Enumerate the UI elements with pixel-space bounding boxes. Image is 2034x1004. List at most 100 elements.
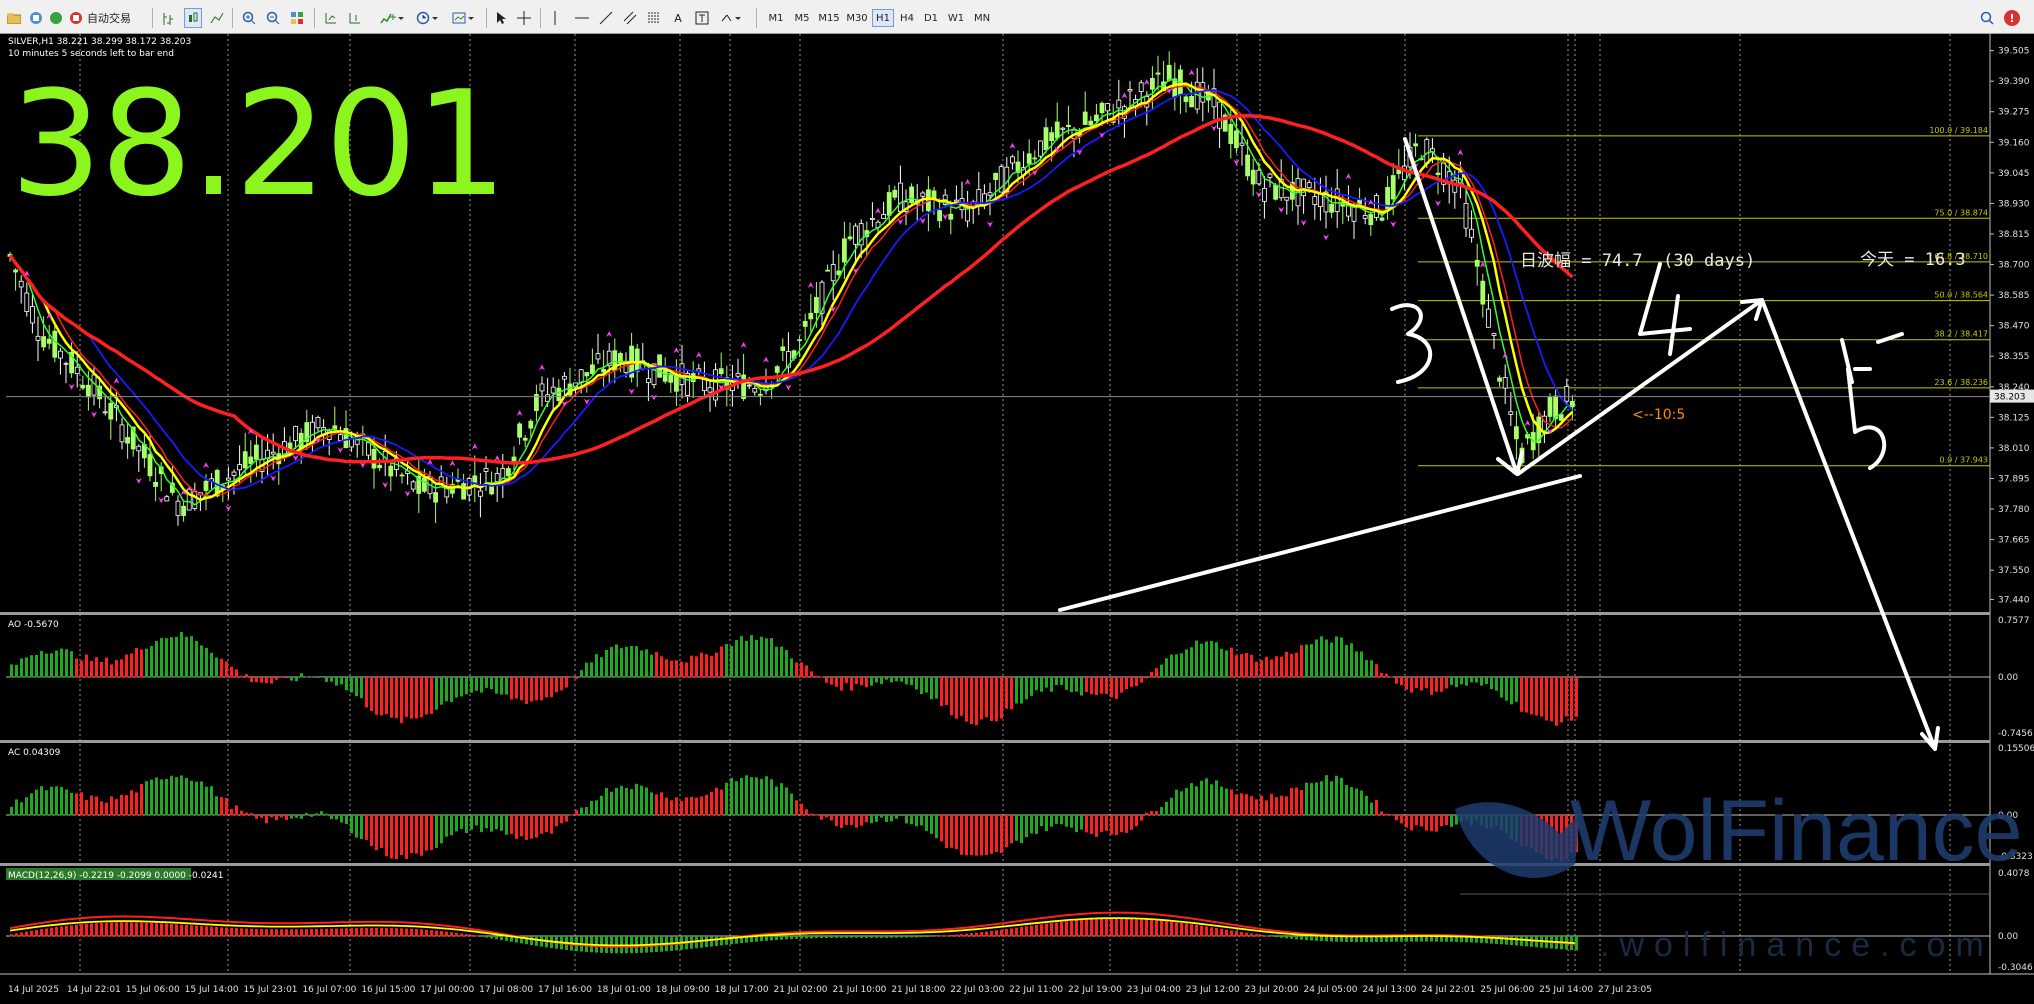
ac-histogram-bar (1320, 781, 1323, 816)
macd-histogram-bar (1035, 924, 1038, 937)
ao-histogram-bar (85, 654, 88, 678)
candlestick-icon[interactable] (184, 8, 202, 28)
ao-histogram-bar (1150, 671, 1153, 678)
macd-histogram-bar (1180, 922, 1183, 937)
candle-body (315, 416, 321, 429)
timeframe-m30[interactable]: M30 (844, 9, 870, 27)
ac-histogram-bar (70, 792, 73, 816)
ac-histogram-bar (820, 815, 823, 820)
alert-bell-icon[interactable]: ! (2002, 8, 2022, 28)
crosshair-icon[interactable] (516, 8, 532, 28)
timeframe-h1[interactable]: H1 (872, 9, 894, 27)
auto-trading-button[interactable]: 自动交易 (68, 8, 144, 28)
bar-chart-icon[interactable] (160, 8, 178, 28)
ao-histogram-bar (635, 646, 638, 678)
candle-body (86, 384, 91, 398)
ac-histogram-bar (625, 788, 628, 816)
market-watch-icon[interactable] (28, 8, 44, 28)
ac-histogram-bar (545, 815, 548, 833)
line-chart-icon[interactable] (208, 8, 226, 28)
timeframe-h4[interactable]: H4 (896, 9, 918, 27)
ao-histogram-bar (465, 677, 468, 695)
candle-body (797, 339, 802, 342)
search-icon[interactable] (1978, 8, 1996, 28)
ac-histogram-bar (425, 815, 428, 851)
zoom-out-icon[interactable] (264, 8, 282, 28)
zoom-in-icon[interactable] (240, 8, 258, 28)
macd-histogram-bar (215, 926, 218, 937)
current-price-tag: 38.203 (1994, 393, 2026, 403)
ao-histogram-bar (1065, 677, 1068, 690)
ac-histogram-bar (1435, 815, 1438, 832)
ao-histogram-bar (1205, 641, 1208, 678)
candle-body (735, 373, 741, 377)
text-tool-icon[interactable]: A (670, 8, 686, 28)
trendline-icon[interactable] (598, 8, 614, 28)
cursor-icon[interactable] (494, 8, 510, 28)
ac-histogram-bar (1310, 783, 1313, 816)
candle-body (1088, 120, 1094, 126)
macd-histogram-bar (870, 936, 873, 938)
ao-histogram-bar (1505, 677, 1508, 701)
ao-histogram-bar (1455, 677, 1458, 688)
periods-menu-icon[interactable] (414, 8, 442, 28)
ac-histogram-bar (270, 815, 273, 818)
ac-histogram-bar (495, 815, 498, 830)
folder-icon[interactable] (6, 8, 22, 28)
timeframe-m5[interactable]: M5 (790, 9, 814, 27)
candle-body (1374, 195, 1379, 218)
price-axis-label: 37.665 (1998, 536, 2030, 546)
ac-histogram-bar (560, 815, 563, 824)
timeframe-m15[interactable]: M15 (816, 9, 842, 27)
ac-histogram-bar (45, 790, 48, 816)
fibonacci-icon[interactable] (646, 8, 662, 28)
watermark-url: .wolfinance.com (1600, 926, 1994, 964)
macd-histogram-bar (1165, 921, 1168, 937)
ac-histogram-bar (160, 779, 163, 816)
ac-histogram-bar (1395, 815, 1398, 821)
macd-histogram-bar (835, 936, 838, 938)
macd-histogram-bar (980, 932, 983, 937)
indicators-menu-icon[interactable] (378, 8, 406, 28)
candle-body (1099, 102, 1105, 114)
candle-body (584, 372, 590, 377)
ac-histogram-bar (1440, 815, 1443, 827)
timeframe-mn[interactable]: MN (970, 9, 994, 27)
macd-histogram-bar (140, 922, 143, 937)
ao-histogram-bar (715, 652, 718, 678)
arrows-menu-icon[interactable] (718, 8, 746, 28)
channel-icon[interactable] (622, 8, 638, 28)
timeframe-m1[interactable]: M1 (764, 9, 788, 27)
ac-histogram-bar (420, 815, 423, 856)
ao-histogram-bar (80, 660, 83, 678)
timeframe-w1[interactable]: W1 (944, 9, 968, 27)
ac-histogram-bar (1105, 815, 1108, 831)
horizontal-line-icon[interactable] (574, 8, 590, 28)
autoscroll-icon[interactable] (322, 8, 340, 28)
macd-histogram-bar (255, 928, 258, 937)
tile-windows-icon[interactable] (288, 8, 306, 28)
candle-body (1082, 111, 1088, 125)
ao-histogram-bar (1130, 677, 1133, 687)
macd-histogram-bar (1220, 928, 1223, 937)
vertical-line-icon[interactable] (548, 8, 562, 28)
time-axis-label: 21 Jul 10:00 (832, 985, 886, 995)
chart-area[interactable]: 100.0 / 39.184 75.0 / 38.874 61.8 / 38.710… (0, 34, 2034, 1000)
price-axis-label: 38.470 (1998, 322, 2030, 332)
timeframe-d1[interactable]: D1 (920, 9, 942, 27)
ao-separator (0, 612, 1990, 615)
chart-shift-icon[interactable] (346, 8, 364, 28)
candle-body (886, 192, 892, 216)
templates-menu-icon[interactable] (450, 8, 478, 28)
candle-body (539, 383, 545, 392)
navigator-icon[interactable] (48, 8, 64, 28)
ao-histogram-bar (1510, 677, 1513, 705)
ao-histogram-bar (1175, 654, 1178, 678)
ac-histogram-bar (470, 815, 473, 830)
ao-histogram-bar (875, 677, 878, 683)
macd-histogram-bar (935, 935, 938, 937)
time-axis-label: 25 Jul 14:00 (1539, 985, 1593, 995)
ac-histogram-bar (520, 815, 523, 837)
text-label-icon[interactable] (694, 8, 710, 28)
macd-histogram-bar (1085, 919, 1088, 937)
